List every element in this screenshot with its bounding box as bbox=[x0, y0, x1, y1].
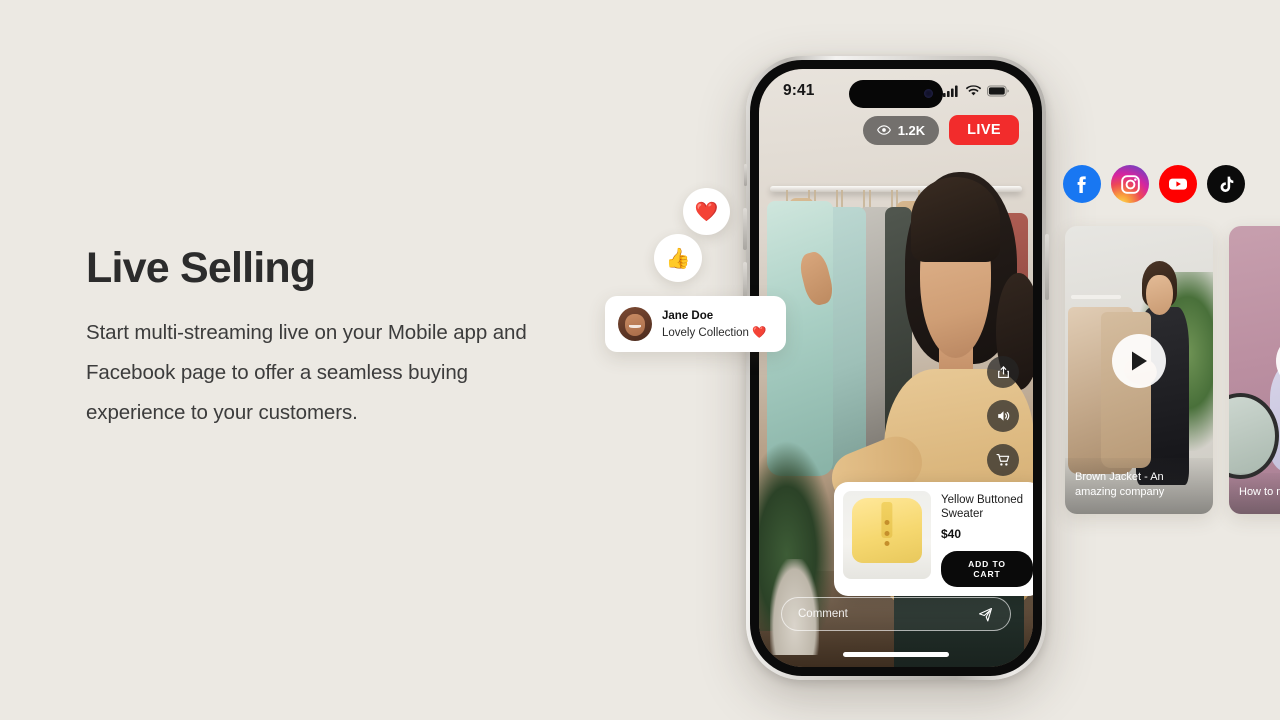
instagram-glyph bbox=[1120, 174, 1140, 194]
youtube-icon[interactable] bbox=[1159, 165, 1197, 203]
product-card[interactable]: Yellow Buttoned Sweater $40 ADD TO CART bbox=[834, 482, 1033, 596]
home-indicator bbox=[843, 652, 949, 657]
cellular-signal-icon bbox=[943, 85, 958, 97]
product-info: Yellow Buttoned Sweater $40 ADD TO CART bbox=[941, 491, 1033, 587]
comment-input-bar[interactable]: Comment bbox=[781, 597, 1011, 631]
dynamic-island bbox=[849, 80, 943, 108]
comment-author: Jane Doe bbox=[662, 309, 714, 322]
send-icon[interactable] bbox=[977, 606, 994, 623]
share-button[interactable] bbox=[987, 356, 1019, 388]
comment-message: Lovely Collection ❤️ bbox=[662, 326, 767, 339]
live-badges: 1.2K LIVE bbox=[862, 115, 1019, 145]
tiktok-icon[interactable] bbox=[1207, 165, 1245, 203]
status-indicators bbox=[943, 85, 1009, 97]
sound-icon bbox=[998, 411, 1010, 421]
instagram-icon[interactable] bbox=[1111, 165, 1149, 203]
video-caption: Brown Jacket - An amazing company bbox=[1065, 458, 1213, 514]
viewer-count-label: 1.2K bbox=[897, 122, 926, 138]
phone-body: 9:41 1.2K LIVE Yellow Buttoned Sweater $… bbox=[750, 60, 1042, 676]
volume-up-button[interactable] bbox=[743, 208, 747, 250]
play-button[interactable] bbox=[1112, 334, 1166, 389]
reaction-bubble-heart: ❤️ bbox=[683, 188, 730, 235]
power-button[interactable] bbox=[1045, 234, 1049, 300]
product-price: $40 bbox=[941, 527, 962, 541]
facebook-icon[interactable] bbox=[1063, 165, 1101, 203]
page-description: Start multi-streaming live on your Mobil… bbox=[86, 321, 527, 425]
video-thumbnail bbox=[1229, 226, 1280, 514]
video-card[interactable]: Brown Jacket - An amazing company bbox=[1065, 226, 1213, 514]
cart-icon bbox=[996, 453, 1010, 466]
product-thumbnail bbox=[843, 491, 931, 579]
phone-screen: 9:41 1.2K LIVE Yellow Buttoned Sweater $… bbox=[759, 69, 1033, 667]
live-badge: LIVE bbox=[949, 115, 1019, 145]
thumbs-up-emoji: 👍 bbox=[665, 247, 691, 270]
video-card[interactable]: How to makeup bbox=[1229, 226, 1280, 514]
page-title: Live Selling bbox=[86, 244, 316, 292]
phone-mockup: 9:41 1.2K LIVE Yellow Buttoned Sweater $… bbox=[743, 56, 1049, 680]
live-selling-promo-slide: Live Selling Start multi-streaming live … bbox=[0, 0, 1280, 720]
cart-button[interactable] bbox=[987, 444, 1019, 476]
youtube-glyph bbox=[1169, 178, 1187, 190]
copy-block: Live Selling Start multi-streaming live … bbox=[86, 244, 556, 433]
comment-content: Jane Doe Lovely Collection ❤️ bbox=[662, 310, 766, 339]
eye-icon bbox=[876, 125, 891, 135]
heart-emoji: ❤️ bbox=[694, 201, 719, 223]
comment-input-placeholder: Comment bbox=[798, 608, 848, 620]
social-platform-list bbox=[1063, 165, 1245, 203]
reaction-bubble-thumbs-up: 👍 bbox=[654, 234, 702, 282]
video-caption: How to makeup bbox=[1229, 473, 1280, 514]
mute-switch[interactable] bbox=[743, 164, 747, 186]
share-icon bbox=[997, 365, 1009, 378]
live-comment-card: Jane Doe Lovely Collection ❤️ bbox=[605, 296, 786, 352]
sound-button[interactable] bbox=[987, 400, 1019, 432]
clothing-rail bbox=[1070, 295, 1122, 300]
play-icon bbox=[1132, 351, 1147, 371]
facebook-glyph bbox=[1077, 176, 1086, 193]
host-hair-top bbox=[911, 177, 1000, 263]
tiktok-glyph bbox=[1220, 176, 1233, 192]
wifi-icon bbox=[966, 85, 981, 96]
product-title: Yellow Buttoned Sweater bbox=[941, 494, 1024, 520]
cardigan-illustration bbox=[851, 498, 923, 564]
action-rail bbox=[987, 356, 1019, 476]
status-time: 9:41 bbox=[783, 82, 815, 99]
battery-icon bbox=[987, 85, 1009, 97]
add-to-cart-button[interactable]: ADD TO CART bbox=[941, 551, 1033, 587]
avatar bbox=[618, 307, 652, 341]
viewer-count-badge: 1.2K bbox=[862, 115, 940, 145]
